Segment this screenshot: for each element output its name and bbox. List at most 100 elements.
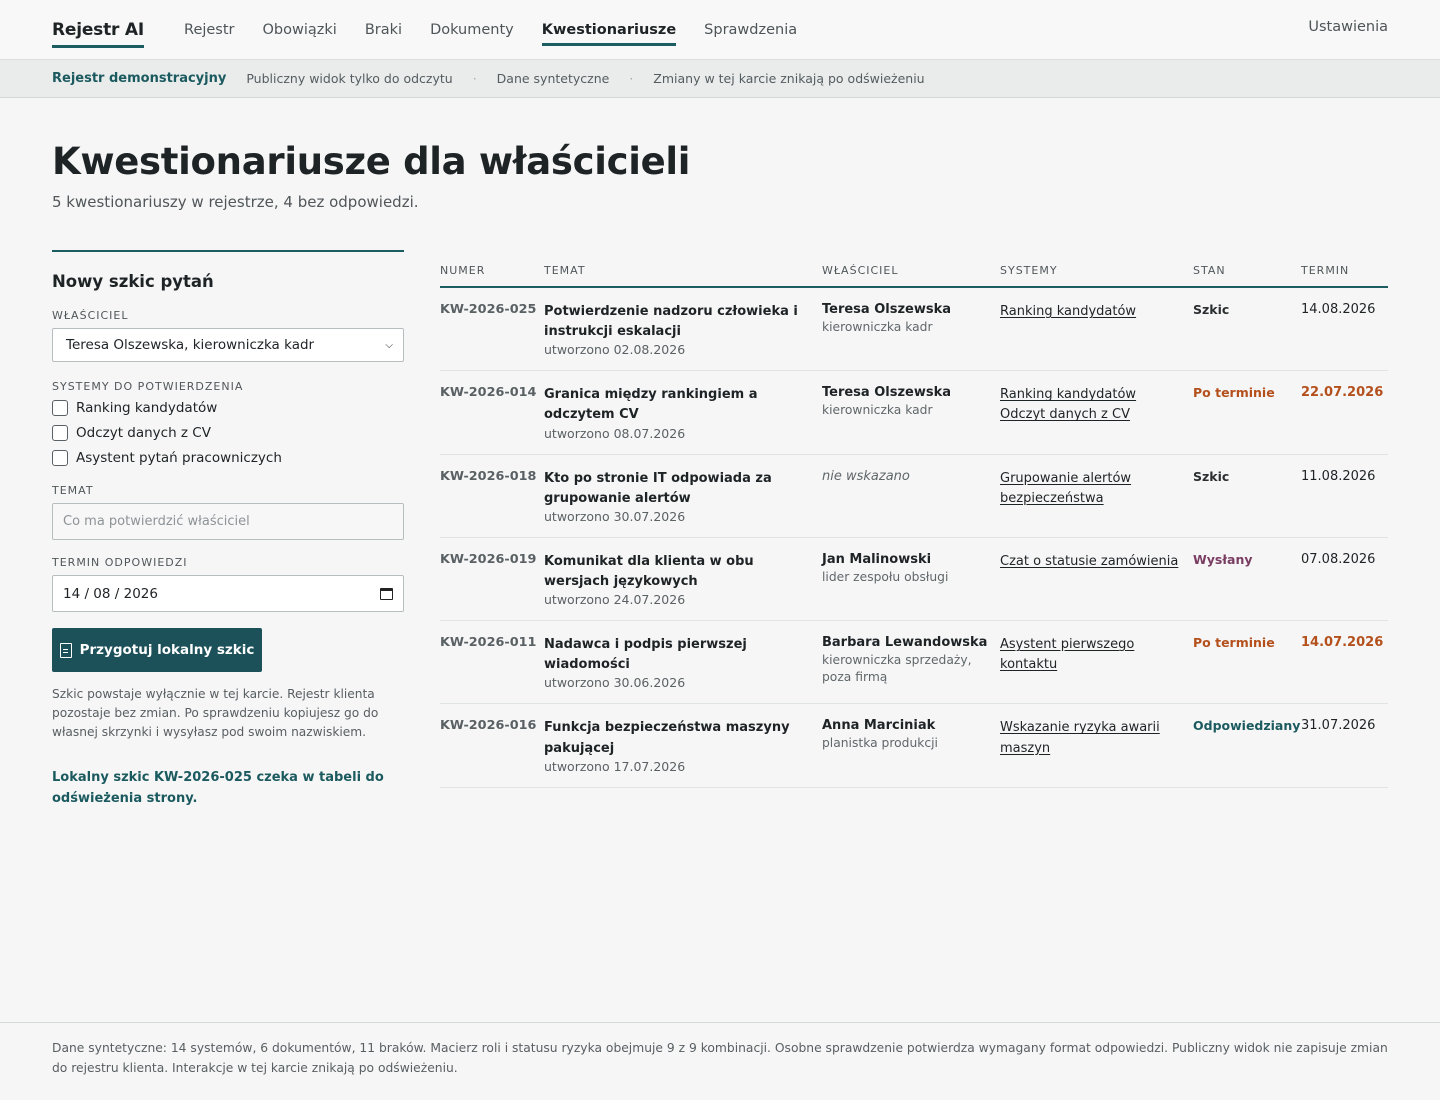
questionnaire-number[interactable]: KW-2026-016 (440, 703, 544, 788)
system-link[interactable]: Wskazanie ryzyka awarii maszyn (1000, 718, 1183, 758)
system-checkbox-cv[interactable]: Odczyt danych z CV (52, 420, 404, 445)
deadline-date: 22.07.2026 (1301, 385, 1384, 401)
page-header: Kwestionariusze dla właścicieli 5 kwesti… (52, 140, 690, 211)
created-date: utworzono 30.06.2026 (544, 675, 686, 691)
table-header-row: NUMER TEMAT WŁAŚCICIEL SYSTEMY STAN TERM… (440, 264, 1388, 288)
table-row[interactable]: KW-2026-016 Funkcja bezpieczeństwa maszy… (440, 703, 1388, 788)
nav-link-obowiazki[interactable]: Obowiązki (263, 22, 337, 46)
system-checkbox-label: Ranking kandydatów (76, 399, 218, 416)
systems-label: SYSTEMY DO POTWIERDZENIA (52, 380, 244, 393)
prepare-draft-label: Przygotuj lokalny szkic (79, 642, 255, 658)
nav-links: Rejestr Obowiązki Braki Dokumenty Kwesti… (184, 14, 797, 46)
system-link[interactable]: Ranking kandydatów (1000, 385, 1136, 405)
questionnaires-table: NUMER TEMAT WŁAŚCICIEL SYSTEMY STAN TERM… (440, 264, 1388, 788)
checkbox-icon[interactable] (52, 449, 68, 466)
deadline-date: 11.08.2026 (1301, 468, 1376, 484)
column-header-number[interactable]: NUMER (440, 264, 544, 288)
system-link[interactable]: Odczyt danych z CV (1000, 405, 1130, 425)
questionnaire-topic[interactable]: Granica między rankingiem a odczytem CV (544, 385, 810, 425)
status-badge: Szkic (1193, 468, 1230, 484)
table-row[interactable]: KW-2026-025 Potwierdzenie nadzoru człowi… (440, 287, 1388, 372)
questionnaire-number[interactable]: KW-2026-018 (440, 454, 544, 538)
questionnaire-topic[interactable]: Potwierdzenie nadzoru człowieka i instru… (544, 302, 810, 342)
owner-role: kierowniczka kadr (822, 320, 933, 334)
column-header-deadline[interactable]: TERMIN (1301, 264, 1388, 288)
banner-item-readonly: Publiczny widok tylko do odczytu (246, 71, 453, 86)
system-link[interactable]: Ranking kandydatów (1000, 302, 1136, 322)
top-navigation: Rejestr AI Rejestr Obowiązki Braki Dokum… (0, 0, 1440, 60)
column-header-topic[interactable]: TEMAT (544, 264, 822, 288)
system-link[interactable]: Czat o statusie zamówienia (1000, 552, 1178, 572)
questionnaire-topic[interactable]: Kto po stronie IT odpowiada za grupowani… (544, 469, 810, 509)
footer: Dane syntetyczne: 14 systemów, 6 dokumen… (0, 1022, 1440, 1078)
deadline-date-input[interactable]: 14 / 08 / 2026 (52, 575, 404, 612)
page-subtitle: 5 kwestionariuszy w rejestrze, 4 bez odp… (52, 193, 419, 211)
questionnaire-number[interactable]: KW-2026-014 (440, 370, 544, 455)
created-date: utworzono 17.07.2026 (544, 758, 686, 774)
table-body: KW-2026-025 Potwierdzenie nadzoru człowi… (440, 287, 1388, 788)
demo-banner: Rejestr demonstracyjny Publiczny widok t… (0, 60, 1440, 98)
questionnaire-topic[interactable]: Komunikat dla klienta w obu wersjach jęz… (544, 552, 810, 592)
table-row[interactable]: KW-2026-011 Nadawca i podpis pierwszej w… (440, 620, 1388, 705)
checkbox-icon[interactable] (52, 424, 68, 441)
table-row[interactable]: KW-2026-018 Kto po stronie IT odpowiada … (440, 454, 1388, 538)
created-date: utworzono 30.07.2026 (544, 508, 686, 524)
prepare-draft-button[interactable]: Przygotuj lokalny szkic (52, 628, 262, 672)
topic-label: TEMAT (52, 484, 94, 497)
system-link[interactable]: Grupowanie alertów bezpieczeństwa (1000, 469, 1183, 509)
column-header-owner[interactable]: WŁAŚCICIEL (822, 264, 1000, 288)
questionnaire-topic[interactable]: Nadawca i podpis pierwszej wiadomości (544, 635, 810, 675)
table-row[interactable]: KW-2026-019 Komunikat dla klienta w obu … (440, 537, 1388, 622)
deadline-date: 07.08.2026 (1301, 551, 1376, 567)
page-title: Kwestionariusze dla właścicieli (52, 140, 691, 183)
deadline-date: 31.07.2026 (1301, 718, 1376, 734)
system-checkbox-assistant[interactable]: Asystent pytań pracowniczych (52, 445, 404, 470)
demo-badge: Rejestr demonstracyjny (52, 71, 227, 86)
banner-item-refresh: Zmiany w tej karcie znikają po odświeżen… (653, 71, 925, 86)
nav-link-sprawdzenia[interactable]: Sprawdzenia (704, 22, 797, 46)
system-link[interactable]: Asystent pierwszego kontaktu (1000, 635, 1183, 675)
settings-link[interactable]: Ustawienia (1308, 19, 1388, 35)
status-badge: Wysłany (1193, 551, 1253, 567)
deadline-date: 14.08.2026 (1301, 302, 1376, 317)
deadline-label: TERMIN ODPOWIEDZI (52, 556, 188, 569)
system-checkbox-label: Odczyt danych z CV (76, 424, 211, 441)
questionnaire-number[interactable]: KW-2026-019 (440, 537, 544, 622)
owner-name: Teresa Olszewska (822, 302, 952, 317)
questionnaire-topic[interactable]: Funkcja bezpieczeństwa maszyny pakującej (544, 718, 810, 758)
owner-name: Jan Malinowski (822, 551, 932, 567)
owner-name: Barbara Lewandowska (822, 635, 988, 651)
status-badge: Odpowiedziany (1193, 718, 1301, 734)
owner-name: Anna Marciniak (822, 718, 936, 734)
checkbox-icon[interactable] (52, 399, 68, 416)
created-date: utworzono 08.07.2026 (544, 425, 686, 441)
status-badge: Szkic (1193, 302, 1230, 317)
draft-note: Szkic powstaje wyłącznie w tej karcie. R… (52, 687, 379, 739)
calendar-icon[interactable] (380, 587, 393, 600)
deadline-value: 14 / 08 / 2026 (63, 585, 158, 602)
column-header-status[interactable]: STAN (1193, 264, 1301, 288)
nav-link-rejestr[interactable]: Rejestr (184, 22, 235, 46)
owner-select[interactable]: Teresa Olszewska, kierowniczka kadr ⌵ (52, 328, 404, 362)
nav-link-kwestionariusze[interactable]: Kwestionariusze (541, 22, 677, 46)
table-row[interactable]: KW-2026-014 Granica między rankingiem a … (440, 370, 1388, 455)
system-checkbox-ranking[interactable]: Ranking kandydatów (52, 395, 404, 420)
brand-logo[interactable]: Rejestr AI (52, 20, 144, 48)
questionnaire-number[interactable]: KW-2026-011 (440, 620, 544, 705)
new-draft-form: Nowy szkic pytań WŁAŚCICIEL Teresa Olsze… (52, 250, 404, 809)
topic-input[interactable] (52, 503, 404, 540)
nav-link-braki[interactable]: Braki (365, 22, 402, 46)
created-date: utworzono 24.07.2026 (544, 592, 686, 608)
owner-role: planistka produkcji (822, 736, 938, 751)
nav-link-dokumenty[interactable]: Dokumenty (430, 22, 514, 46)
owner-select-value: Teresa Olszewska, kierowniczka kadr (66, 337, 315, 353)
questionnaire-number[interactable]: KW-2026-025 (440, 287, 544, 372)
draft-status-message: Lokalny szkic KW-2026-025 czeka w tabeli… (52, 769, 384, 806)
owner-name: Teresa Olszewska (822, 385, 952, 401)
created-date: utworzono 02.08.2026 (544, 342, 686, 358)
owner-label: WŁAŚCICIEL (52, 309, 129, 322)
column-header-systems[interactable]: SYSTEMY (1000, 264, 1193, 288)
banner-item-synthetic: Dane syntetyczne (496, 71, 610, 86)
footer-text: Dane syntetyczne: 14 systemów, 6 dokumen… (52, 1041, 1388, 1075)
banner-separator: · (629, 71, 634, 86)
